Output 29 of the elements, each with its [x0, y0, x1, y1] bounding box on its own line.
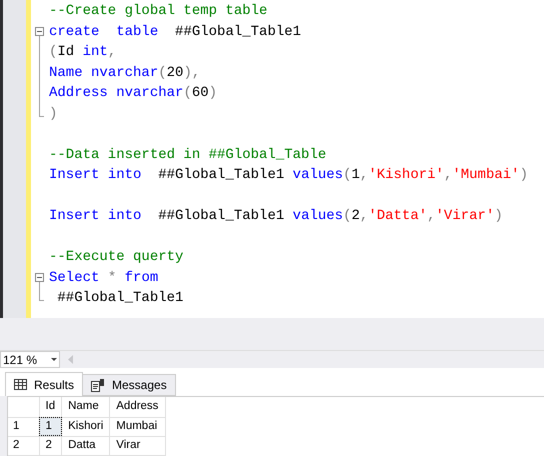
- caret-icon: [51, 358, 57, 361]
- document-icon: [91, 378, 106, 392]
- column-header[interactable]: Address: [110, 397, 166, 417]
- code-line: ): [49, 104, 58, 124]
- code-line: Insert into ##Global_Table1 values(1,'Kishori','Mumbai'): [49, 166, 528, 186]
- result-tab[interactable]: Messages: [82, 374, 176, 396]
- code-line: --Create global temp table: [49, 2, 268, 22]
- code-line: --Execute querty: [49, 248, 184, 268]
- collapse-icon[interactable]: [35, 272, 44, 282]
- code-line: ##Global_Table1: [56, 289, 184, 308]
- zoom-dropdown[interactable]: 121 %: [0, 351, 60, 368]
- row-number: 2: [8, 436, 39, 455]
- table-cell[interactable]: Mumbai: [110, 417, 166, 436]
- collapse-icon[interactable]: [35, 26, 44, 36]
- grid-icon: [14, 379, 27, 390]
- table-cell[interactable]: Datta: [62, 436, 110, 455]
- table-cell[interactable]: Kishori: [62, 417, 110, 436]
- code-line: (Id int,: [49, 43, 116, 62]
- table-cell[interactable]: Virar: [110, 436, 166, 455]
- code-line: Insert into ##Global_Table1 values(2,'Datta','Virar'): [49, 207, 503, 226]
- table-cell[interactable]: 2: [39, 436, 62, 455]
- code-line: Name nvarchar(20),: [49, 64, 200, 83]
- code-line: --Data inserted in ##Global_Table: [49, 146, 326, 165]
- table-cell[interactable]: 1: [39, 417, 62, 436]
- column-header[interactable]: Name: [62, 397, 110, 417]
- code-line: Address nvarchar(60): [49, 84, 218, 104]
- code-line: create table ##Global_Table1: [49, 22, 302, 42]
- code-line: Select * from: [49, 268, 158, 288]
- result-tab[interactable]: Results: [5, 372, 84, 396]
